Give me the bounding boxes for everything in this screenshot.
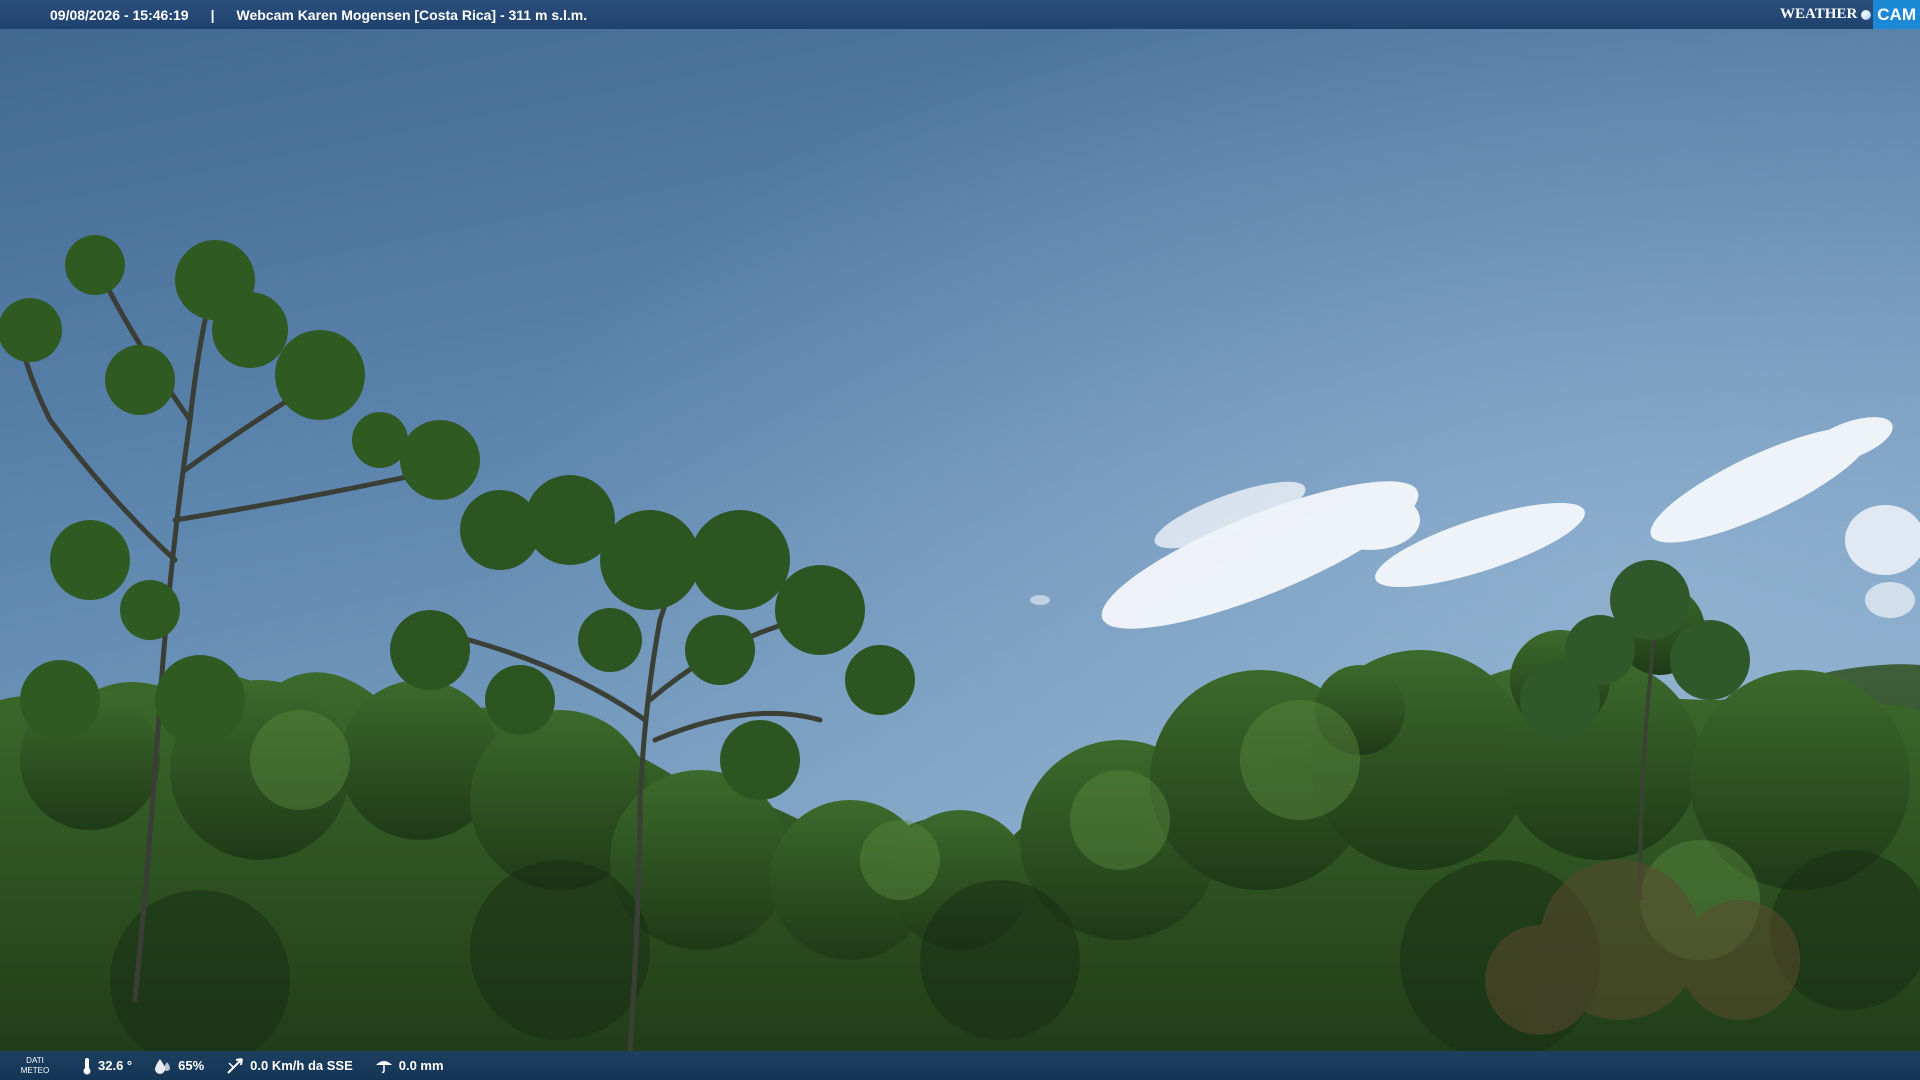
brand-globe-icon bbox=[1861, 9, 1872, 20]
temperature-reading: 32.6 ° bbox=[82, 1057, 132, 1075]
weather-data-label-line1: DATI bbox=[26, 1055, 44, 1065]
header-bar: 09/08/2026 - 15:46:19 | Webcam Karen Mog… bbox=[0, 0, 1920, 29]
brand-weather-text: WEATHER bbox=[1780, 6, 1858, 22]
humidity-value: 65% bbox=[178, 1058, 205, 1073]
webcam-frame: 09/08/2026 - 15:46:19 | Webcam Karen Mog… bbox=[0, 0, 1920, 1080]
timestamp: 09/08/2026 - 15:46:19 bbox=[50, 6, 189, 23]
humidity-reading: 65% bbox=[154, 1057, 204, 1075]
wind-value: 0.0 Km/h da SSE bbox=[250, 1058, 353, 1073]
rain-reading: 0.0 mm bbox=[375, 1057, 444, 1075]
weather-data-label-line2: METEO bbox=[20, 1065, 50, 1075]
webcam-image bbox=[0, 0, 1920, 1080]
brand-cam-text: CAM bbox=[1873, 0, 1920, 29]
rain-icon bbox=[375, 1060, 392, 1073]
weathercam-logo: WEATHER CAM bbox=[1780, 0, 1920, 29]
rain-value: 0.0 mm bbox=[398, 1058, 444, 1073]
weather-data-label: DATI METEO bbox=[0, 1056, 70, 1076]
temperature-value: 32.6 ° bbox=[98, 1058, 133, 1073]
thermometer-icon bbox=[83, 1057, 91, 1074]
wind-direction-icon bbox=[227, 1057, 244, 1074]
weather-data-bar: DATI METEO 32.6 ° 65% 0.0 Km/h da SSE 0.… bbox=[0, 1051, 1920, 1080]
wind-reading: 0.0 Km/h da SSE bbox=[226, 1057, 353, 1075]
header-separator: | bbox=[210, 6, 215, 23]
humidity-drop-icon bbox=[155, 1058, 171, 1074]
webcam-title: Webcam Karen Mogensen [Costa Rica] - 311… bbox=[236, 6, 588, 23]
